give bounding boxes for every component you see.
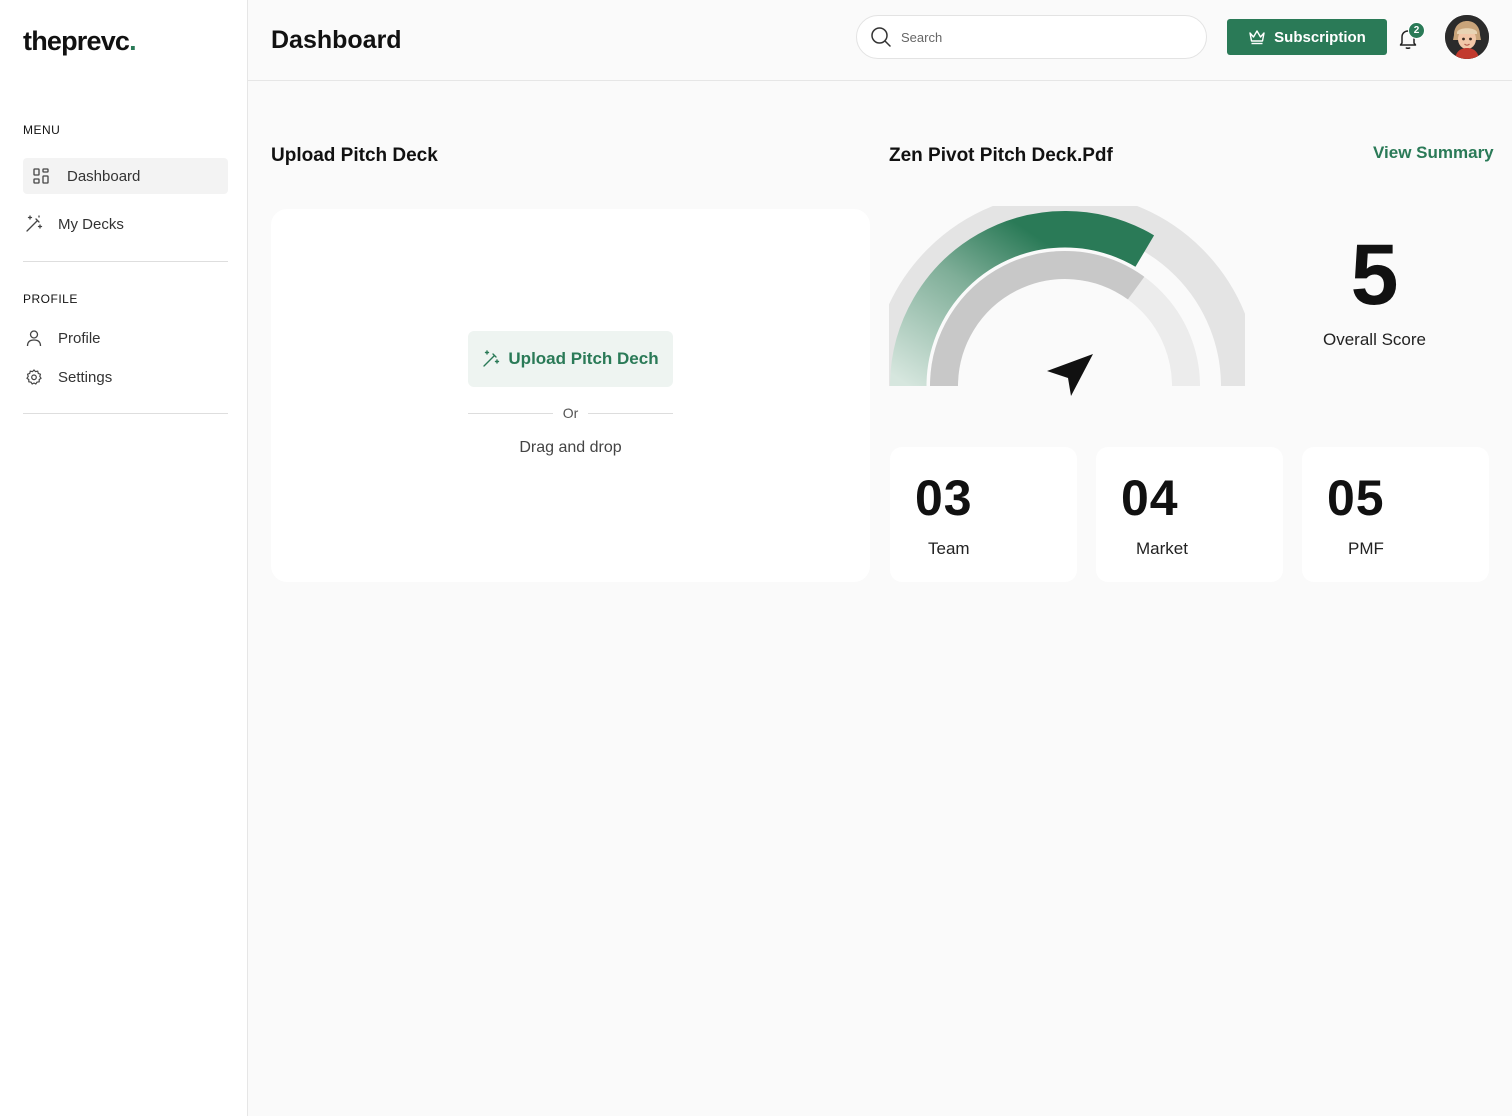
menu-section-label: MENU <box>23 123 61 137</box>
sidebar-item-label: Profile <box>58 329 101 347</box>
metric-card-team: 03 Team <box>890 447 1077 582</box>
search-input[interactable] <box>901 29 1181 45</box>
drag-and-drop-text: Drag and drop <box>519 439 622 456</box>
overall-score-value: 5 <box>1350 227 1399 323</box>
sidebar-divider <box>23 261 228 262</box>
magic-wand-icon <box>482 350 500 368</box>
metric-label: PMF <box>1348 539 1384 558</box>
subscription-button[interactable]: Subscription <box>1227 19 1387 55</box>
upload-button-label: Upload Pitch Dech <box>508 349 659 368</box>
avatar[interactable] <box>1445 15 1489 59</box>
magic-wand-icon <box>24 214 44 234</box>
sidebar: theprevc. MENU Dashboard My Decks PROFIL… <box>0 0 248 1116</box>
metric-card-pmf: 05 PMF <box>1302 447 1489 582</box>
top-header: Dashboard Subscription 2 <box>248 0 1512 81</box>
upload-dropzone[interactable]: Upload Pitch Dech Or Drag and drop <box>271 209 870 582</box>
grid-icon <box>31 166 51 186</box>
sidebar-item-label: Dashboard <box>67 167 141 185</box>
divider-line <box>588 412 673 414</box>
view-summary-link[interactable]: View Summary <box>1373 143 1494 163</box>
overall-score-label: Overall Score <box>1323 330 1426 349</box>
subscription-label: Subscription <box>1274 28 1366 46</box>
metric-label: Team <box>928 539 970 558</box>
divider-line <box>468 412 553 414</box>
or-divider: Or <box>468 403 673 423</box>
search-icon <box>869 25 893 49</box>
notification-badge: 2 <box>1408 22 1425 39</box>
sidebar-item-label: Settings <box>58 368 113 386</box>
brand-logo[interactable]: theprevc. <box>23 26 137 57</box>
upload-section-title: Upload Pitch Deck <box>271 145 438 166</box>
file-title: Zen Pivot Pitch Deck.Pdf <box>889 145 1113 166</box>
gear-icon <box>24 367 44 387</box>
user-icon <box>24 328 44 348</box>
metric-value: 03 <box>915 470 973 526</box>
metric-value: 04 <box>1121 470 1179 526</box>
sidebar-item-label: My Decks <box>58 215 124 233</box>
upload-pitch-deck-button[interactable]: Upload Pitch Dech <box>468 331 673 387</box>
sidebar-divider <box>23 413 228 414</box>
search-bar[interactable] <box>856 15 1207 59</box>
or-text: Or <box>562 405 579 421</box>
profile-section-label: PROFILE <box>23 292 78 306</box>
sidebar-item-my-decks[interactable]: My Decks <box>23 206 228 242</box>
brand-dot: . <box>129 26 136 56</box>
metric-label: Market <box>1136 539 1188 558</box>
score-gauge <box>889 206 1245 396</box>
crown-icon <box>1248 29 1266 45</box>
metric-value: 05 <box>1327 470 1385 526</box>
sidebar-item-profile[interactable]: Profile <box>23 320 228 356</box>
navigation-arrow-icon <box>1047 354 1093 396</box>
brand-name: theprevc <box>23 26 130 56</box>
sidebar-item-settings[interactable]: Settings <box>23 359 228 395</box>
page-title: Dashboard <box>271 26 402 54</box>
sidebar-item-dashboard[interactable]: Dashboard <box>23 158 228 194</box>
metric-card-market: 04 Market <box>1096 447 1283 582</box>
